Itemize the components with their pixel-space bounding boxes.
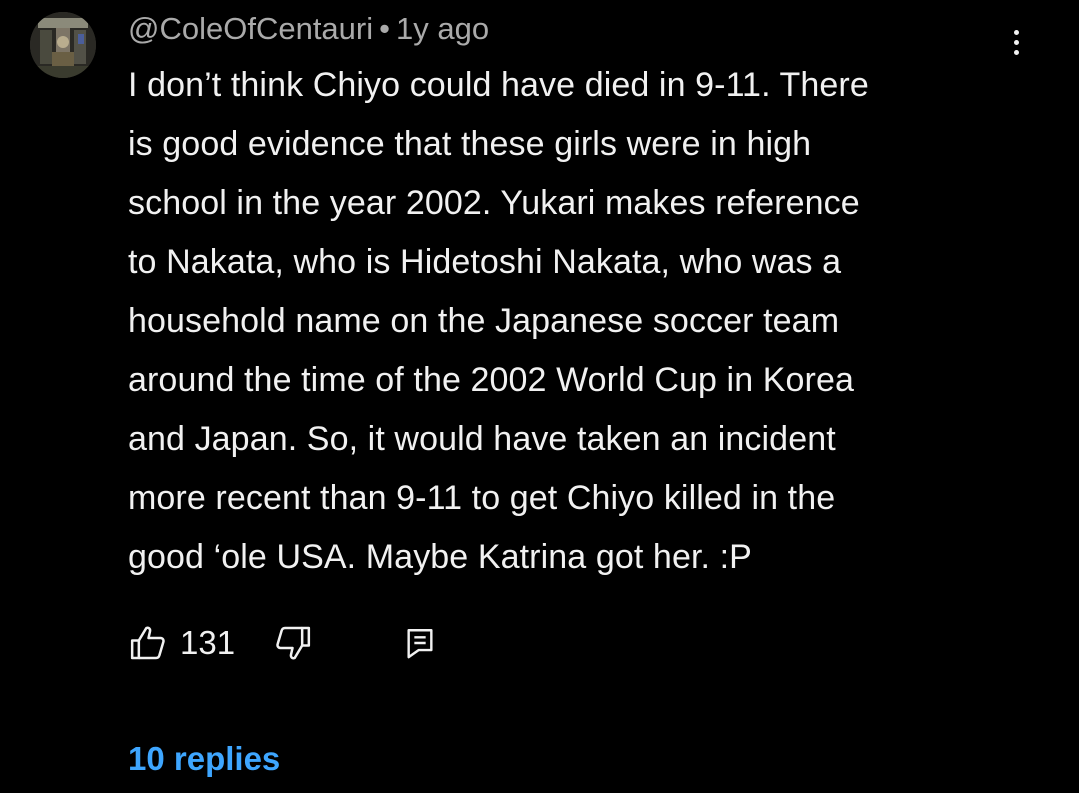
comment-text-line: around the time of the 2002 World Cup in… xyxy=(128,361,854,399)
like-count: 131 xyxy=(180,624,236,661)
view-replies-link[interactable]: 10 replies xyxy=(128,740,280,778)
comment-header: @ColeOfCentauri • 1y ago xyxy=(128,10,489,48)
avatar-image xyxy=(30,12,96,78)
dislike-button[interactable] xyxy=(273,623,313,663)
comment-actions: 131 xyxy=(128,618,437,668)
thumbs-up-icon xyxy=(130,626,165,660)
comment-text-line: household name on the Japanese soccer te… xyxy=(128,302,840,340)
comment-text: I don’t think Chiyo could have died in 9… xyxy=(128,56,1008,587)
more-vertical-icon-dot xyxy=(1013,39,1019,45)
avatar[interactable] xyxy=(30,12,96,78)
meta-separator: • xyxy=(379,11,390,46)
author-name[interactable]: @ColeOfCentauri xyxy=(128,11,373,46)
comment-text-line: is good evidence that these girls were i… xyxy=(128,125,812,163)
thumbs-down-icon xyxy=(276,626,311,660)
reply-button[interactable] xyxy=(403,626,437,660)
comment-text-line: school in the year 2002. Yukari makes re… xyxy=(128,184,860,222)
comment-text-line: good ‘ole USA. Maybe Katrina got her. :P xyxy=(128,538,752,576)
comment-text-line: more recent than 9-11 to get Chiyo kille… xyxy=(128,479,836,517)
like-button[interactable] xyxy=(128,623,168,663)
comment-text-line: I don’t think Chiyo could have died in 9… xyxy=(128,66,869,104)
comment-text-line: to Nakata, who is Hidetoshi Nakata, who … xyxy=(128,243,842,281)
reply-comment-icon xyxy=(407,629,433,659)
comment-timestamp: 1y ago xyxy=(395,11,490,46)
more-vertical-icon xyxy=(1013,29,1019,35)
comment-thread: @ColeOfCentauri • 1y ago I don’t think Chi… xyxy=(0,0,1079,793)
more-vertical-icon-dot xyxy=(1013,49,1019,55)
comment-text-line: and Japan. So, it would have taken an in… xyxy=(128,420,836,458)
